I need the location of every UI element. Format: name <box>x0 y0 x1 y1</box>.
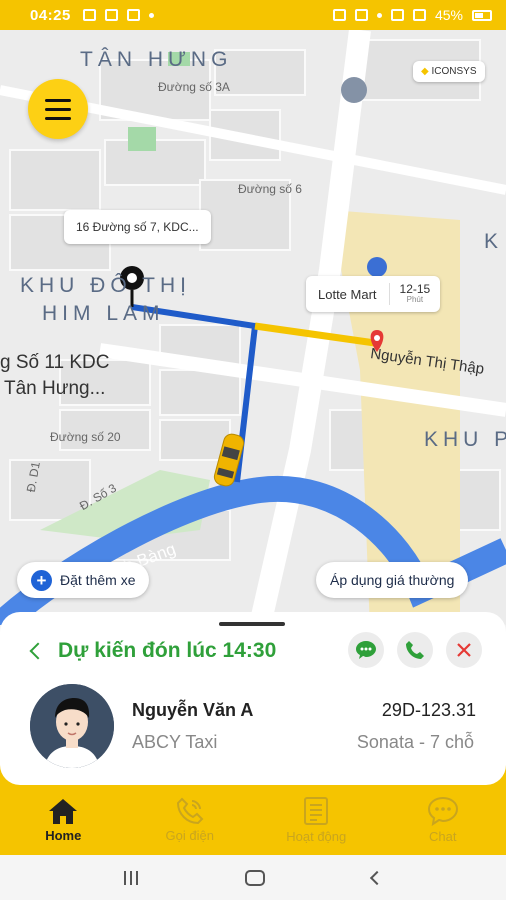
phone-icon <box>176 797 204 825</box>
pricing-button[interactable]: Áp dụng giá thường <box>316 562 469 598</box>
map-label-street-6: Đường số 6 <box>238 182 302 196</box>
eta-unit: Phút <box>406 295 424 305</box>
chat-icon <box>427 796 458 826</box>
map-label-so-11-line1: g Số 11 KDC <box>0 352 110 373</box>
map-view[interactable]: TÂN HƯNG Đường số 3A Đường số 6 KHU ĐÔ T… <box>0 30 506 625</box>
sheet-drag-handle[interactable] <box>219 622 285 626</box>
dot-icon <box>148 12 154 18</box>
phone-icon <box>406 641 424 659</box>
back-icon[interactable] <box>370 870 385 885</box>
message-icon <box>356 641 376 659</box>
license-plate: 29D-123.31 <box>381 700 476 720</box>
nav-home-label: Home <box>45 828 82 843</box>
map-label-so-11-line2: Tân Hưng... <box>4 378 106 399</box>
iconsys-mark-icon: ◆ <box>421 66 429 77</box>
map-label-khu-do-thi: KHU ĐÔ THỊ <box>20 274 191 297</box>
mail-icon <box>126 9 140 21</box>
map-label-k: K <box>484 230 504 253</box>
cancel-trip-button[interactable] <box>446 632 482 668</box>
nav-chat-label: Chat <box>429 829 457 844</box>
nav-call-label: Gọi điện <box>165 828 214 843</box>
gallery-icon <box>104 9 118 21</box>
map-label-street-3a: Đường số 3A <box>158 80 230 94</box>
alarm-icon <box>332 9 346 21</box>
chevron-left-icon[interactable] <box>29 642 47 660</box>
wifi-icon <box>390 9 404 21</box>
telegram-icon <box>82 9 96 21</box>
bottom-navigation: Home Gọi điện Hoạt động Chat <box>0 785 506 855</box>
nav-activity[interactable]: Hoạt động <box>253 785 380 855</box>
recent-apps-icon[interactable] <box>123 870 138 885</box>
pickup-tooltip[interactable]: 16 Đường số 7, KDC... <box>64 210 211 244</box>
destination-eta: 12-15 Phút <box>388 282 441 305</box>
car-model: Sonata - 7 chỗ <box>356 732 474 752</box>
nav-chat[interactable]: Chat <box>380 785 506 855</box>
add-car-button[interactable]: + Đặt thêm xe <box>17 562 150 598</box>
nav-activity-label: Hoạt động <box>286 829 347 844</box>
hamburger-line <box>45 116 71 120</box>
map-label-him-lam: HIM LAM <box>42 302 165 325</box>
pickup-time-text: Dự kiến đón lúc 14:30 <box>58 639 277 662</box>
mute-icon <box>354 9 368 21</box>
activity-icon <box>304 797 329 825</box>
driver-name: Nguyễn Văn A <box>132 700 254 720</box>
destination-tooltip[interactable]: Lotte Mart 12-15 Phút <box>306 276 441 312</box>
location-icon <box>376 12 382 18</box>
home-icon <box>49 799 78 824</box>
driver-avatar-image <box>30 684 114 768</box>
pickup-time-header: Dự kiến đón lúc 14:30 <box>28 639 276 663</box>
nav-home[interactable]: Home <box>0 785 127 855</box>
iconsys-logo: ◆ ICONSYS <box>413 61 485 82</box>
destination-name: Lotte Mart <box>318 286 377 302</box>
signal-icon <box>412 9 426 21</box>
status-bar: 04:25 45% <box>0 0 506 30</box>
nav-call[interactable]: Gọi điện <box>127 785 254 855</box>
hamburger-line <box>45 98 71 102</box>
map-label-tan-hung: TÂN HƯNG <box>80 48 233 71</box>
close-icon <box>457 643 471 657</box>
plus-icon: + <box>31 569 52 591</box>
message-button[interactable] <box>348 632 384 668</box>
system-navigation-bar <box>0 855 506 900</box>
hamburger-line <box>45 107 71 111</box>
trip-info-sheet: Dự kiến đón lúc 14:30 Nguyễn Văn A ABCY … <box>0 612 506 785</box>
map-label-khu-p: KHU P <box>424 428 506 451</box>
taxi-company: ABCY Taxi <box>132 732 218 752</box>
battery-percent: 45% <box>434 7 463 23</box>
call-button[interactable] <box>397 632 433 668</box>
home-system-icon[interactable] <box>244 869 265 886</box>
menu-button[interactable] <box>28 79 88 139</box>
status-time: 04:25 <box>30 6 71 24</box>
map-label-street-20: Đường số 20 <box>50 430 121 444</box>
battery-icon <box>472 9 492 21</box>
driver-avatar <box>30 684 114 768</box>
